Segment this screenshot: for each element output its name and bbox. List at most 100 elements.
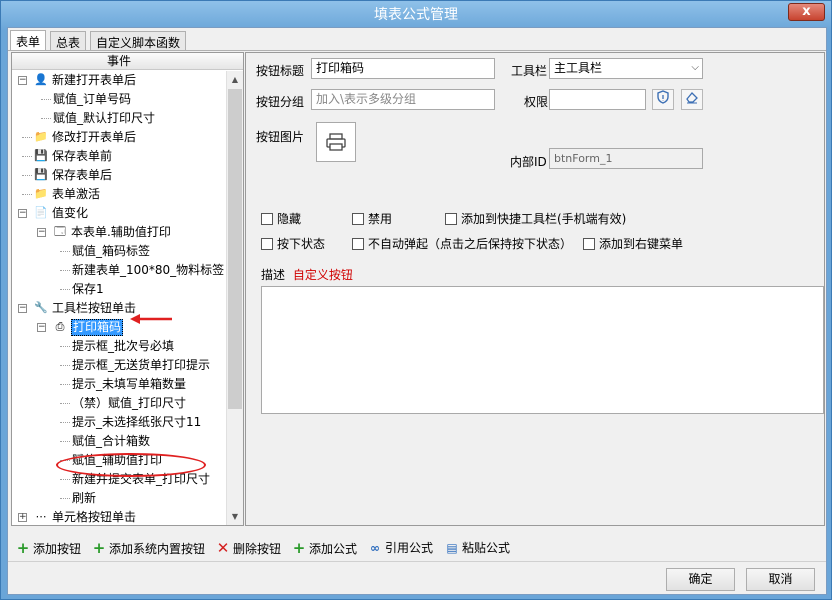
- tree-node-n6[interactable]: 💾 保存表单后: [12, 166, 226, 185]
- checkbox-box[interactable]: [261, 238, 273, 250]
- checkbox-hidden-label: 隐藏: [277, 212, 302, 226]
- add-formula-button[interactable]: + 添加公式: [292, 539, 357, 557]
- button-group-input[interactable]: 加入\表示多级分组: [311, 89, 495, 110]
- tree-node-n23[interactable]: 刷新: [12, 489, 226, 508]
- tree-node-n9[interactable]: − 🗔 本表单.辅助值打印: [12, 223, 226, 242]
- add-formula-label: 添加公式: [309, 542, 358, 556]
- tab-custom-script[interactable]: 自定义脚本函数: [90, 31, 187, 50]
- annotation-circle: [56, 453, 206, 477]
- tree-node-label: 保存表单前: [52, 149, 113, 163]
- reference-formula-button[interactable]: ∞ 引用公式: [368, 539, 433, 557]
- toolbar-select[interactable]: 主工具栏 ⌵: [549, 58, 703, 79]
- tree-node-n5[interactable]: 💾 保存表单前: [12, 147, 226, 166]
- paste-icon: ▤: [446, 541, 458, 555]
- tree-node-n17[interactable]: 提示_未填写单箱数量: [12, 375, 226, 394]
- checkbox-box[interactable]: [445, 213, 457, 225]
- eraser-icon[interactable]: [681, 89, 703, 110]
- tree-node-label: 工具栏按钮单击: [52, 301, 137, 315]
- checkbox-box[interactable]: [261, 213, 273, 225]
- tree-node-n24[interactable]: + ⋯ 单元格按钮单击: [12, 508, 226, 525]
- collapse-icon[interactable]: −: [18, 209, 27, 218]
- tree-node-n8[interactable]: − 📄 值变化: [12, 204, 226, 223]
- description-textarea[interactable]: [261, 286, 824, 414]
- permission-input[interactable]: [549, 89, 646, 110]
- checkbox-quick-toolbar-label: 添加到快捷工具栏(手机端有效): [461, 212, 627, 226]
- tree-node-n14[interactable]: − ⎙ 打印箱码: [12, 318, 226, 337]
- plus-icon: +: [292, 539, 306, 557]
- tree-connector: [60, 346, 70, 347]
- scroll-thumb[interactable]: [228, 89, 242, 409]
- tree-node-n2[interactable]: 赋值_订单号码: [12, 90, 226, 109]
- scroll-up-arrow-icon[interactable]: ▲: [227, 71, 243, 88]
- tree-node-n13[interactable]: − 🔧 工具栏按钮单击: [12, 299, 226, 318]
- wrench-icon: 🔧: [34, 301, 48, 314]
- tree-node-n18[interactable]: （禁）赋值_打印尺寸: [12, 394, 226, 413]
- scroll-down-arrow-icon[interactable]: ▼: [227, 508, 243, 525]
- collapse-icon[interactable]: −: [18, 76, 27, 85]
- folder-icon: 📁: [34, 187, 48, 200]
- expand-icon[interactable]: +: [18, 513, 27, 522]
- checkbox-box[interactable]: [583, 238, 595, 250]
- button-group-label: 按钮分组: [256, 95, 305, 109]
- tree-node-n10[interactable]: 赋值_箱码标签: [12, 242, 226, 261]
- user-icon: 👤: [34, 73, 48, 86]
- button-title-input[interactable]: 打印箱码: [311, 58, 495, 79]
- printer-icon: ⎙: [55, 320, 65, 333]
- tree-node-label: 提示_未填写单箱数量: [72, 377, 187, 391]
- collapse-icon[interactable]: −: [18, 304, 27, 313]
- permission-label: 权限: [524, 95, 549, 109]
- checkbox-box[interactable]: [352, 213, 364, 225]
- paste-formula-label: 粘贴公式: [462, 541, 511, 555]
- tree-connector: [41, 118, 51, 119]
- tree-node-label: 单元格按钮单击: [52, 510, 137, 524]
- description-value: 自定义按钮: [292, 268, 353, 282]
- button-properties-panel: 按钮标题 打印箱码 工具栏 主工具栏 ⌵ 按钮分组 加入\表示多级分组 权限 按…: [245, 52, 825, 526]
- tree-node-label: 新建表单_100*80_物料标签: [72, 263, 225, 277]
- tree-connector: [60, 422, 70, 423]
- checkbox-disabled-label: 禁用: [368, 212, 393, 226]
- delete-button-button[interactable]: ✕ 删除按钮: [216, 539, 281, 557]
- paste-formula-button[interactable]: ▤ 粘贴公式: [445, 539, 510, 557]
- add-system-button-label: 添加系统内置按钮: [109, 542, 206, 556]
- checkbox-box[interactable]: [352, 238, 364, 250]
- tree-node-label: 提示框_批次号必填: [72, 339, 175, 353]
- delete-x-icon: ✕: [216, 539, 230, 557]
- tree-node-n3[interactable]: 赋值_默认打印尺寸: [12, 109, 226, 128]
- tree-scrollbar[interactable]: ▲ ▼: [226, 71, 243, 525]
- save-icon: 💾: [34, 149, 48, 162]
- button-image-picker[interactable]: [316, 122, 356, 162]
- checkbox-pressed-state-label: 按下状态: [277, 237, 326, 251]
- tree-connector: [60, 384, 70, 385]
- tree-node-n7[interactable]: 📁 表单激活: [12, 185, 226, 204]
- add-system-button-button[interactable]: + 添加系统内置按钮: [92, 539, 205, 557]
- tab-summary[interactable]: 总表: [50, 31, 87, 50]
- dialog-window: 填表公式管理 x 表单 总表 自定义脚本函数 事件 − 👤 新建打开表单后 赋值_订单…: [0, 0, 832, 600]
- tree-node-n15[interactable]: 提示框_批次号必填: [12, 337, 226, 356]
- add-button-button[interactable]: + 添加按钮: [16, 539, 81, 557]
- tree-node-n11[interactable]: 新建表单_100*80_物料标签: [12, 261, 226, 280]
- button-title-label: 按钮标题: [256, 64, 305, 78]
- shield-icon[interactable]: [652, 89, 674, 110]
- close-button[interactable]: x: [788, 3, 825, 21]
- internal-id-label: 内部ID: [510, 155, 547, 169]
- tree-node-n4[interactable]: 📁 修改打开表单后: [12, 128, 226, 147]
- plus-icon: +: [16, 539, 30, 557]
- tree-node-n19[interactable]: 提示_未选择纸张尺寸11: [12, 413, 226, 432]
- tree-node-label: 保存表单后: [52, 168, 113, 182]
- collapse-icon[interactable]: −: [37, 323, 46, 332]
- internal-id-input: btnForm_1: [549, 148, 703, 169]
- tree-node-n16[interactable]: 提示框_无送货单打印提示: [12, 356, 226, 375]
- tab-form[interactable]: 表单: [10, 30, 47, 50]
- cancel-button[interactable]: 取消: [746, 568, 815, 591]
- tree-node-n20[interactable]: 赋值_合计箱数: [12, 432, 226, 451]
- ok-button[interactable]: 确定: [666, 568, 735, 591]
- tree-connector: [60, 365, 70, 366]
- form-icon: 🗔: [54, 225, 66, 238]
- folder-icon: 📁: [34, 130, 48, 143]
- tree-node-n12[interactable]: 保存1: [12, 280, 226, 299]
- collapse-icon[interactable]: −: [37, 228, 46, 237]
- toolbar-select-value: 主工具栏: [554, 61, 603, 75]
- title-bar[interactable]: 填表公式管理 x: [1, 1, 831, 25]
- tree-connector: [60, 403, 70, 404]
- tree-node-n1[interactable]: − 👤 新建打开表单后: [12, 71, 226, 90]
